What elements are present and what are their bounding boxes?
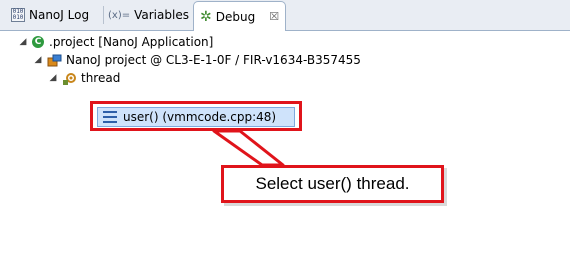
callout-box: Select user() thread. bbox=[221, 165, 444, 203]
callout-text: Select user() thread. bbox=[255, 174, 410, 193]
callout-pointer bbox=[212, 129, 285, 167]
